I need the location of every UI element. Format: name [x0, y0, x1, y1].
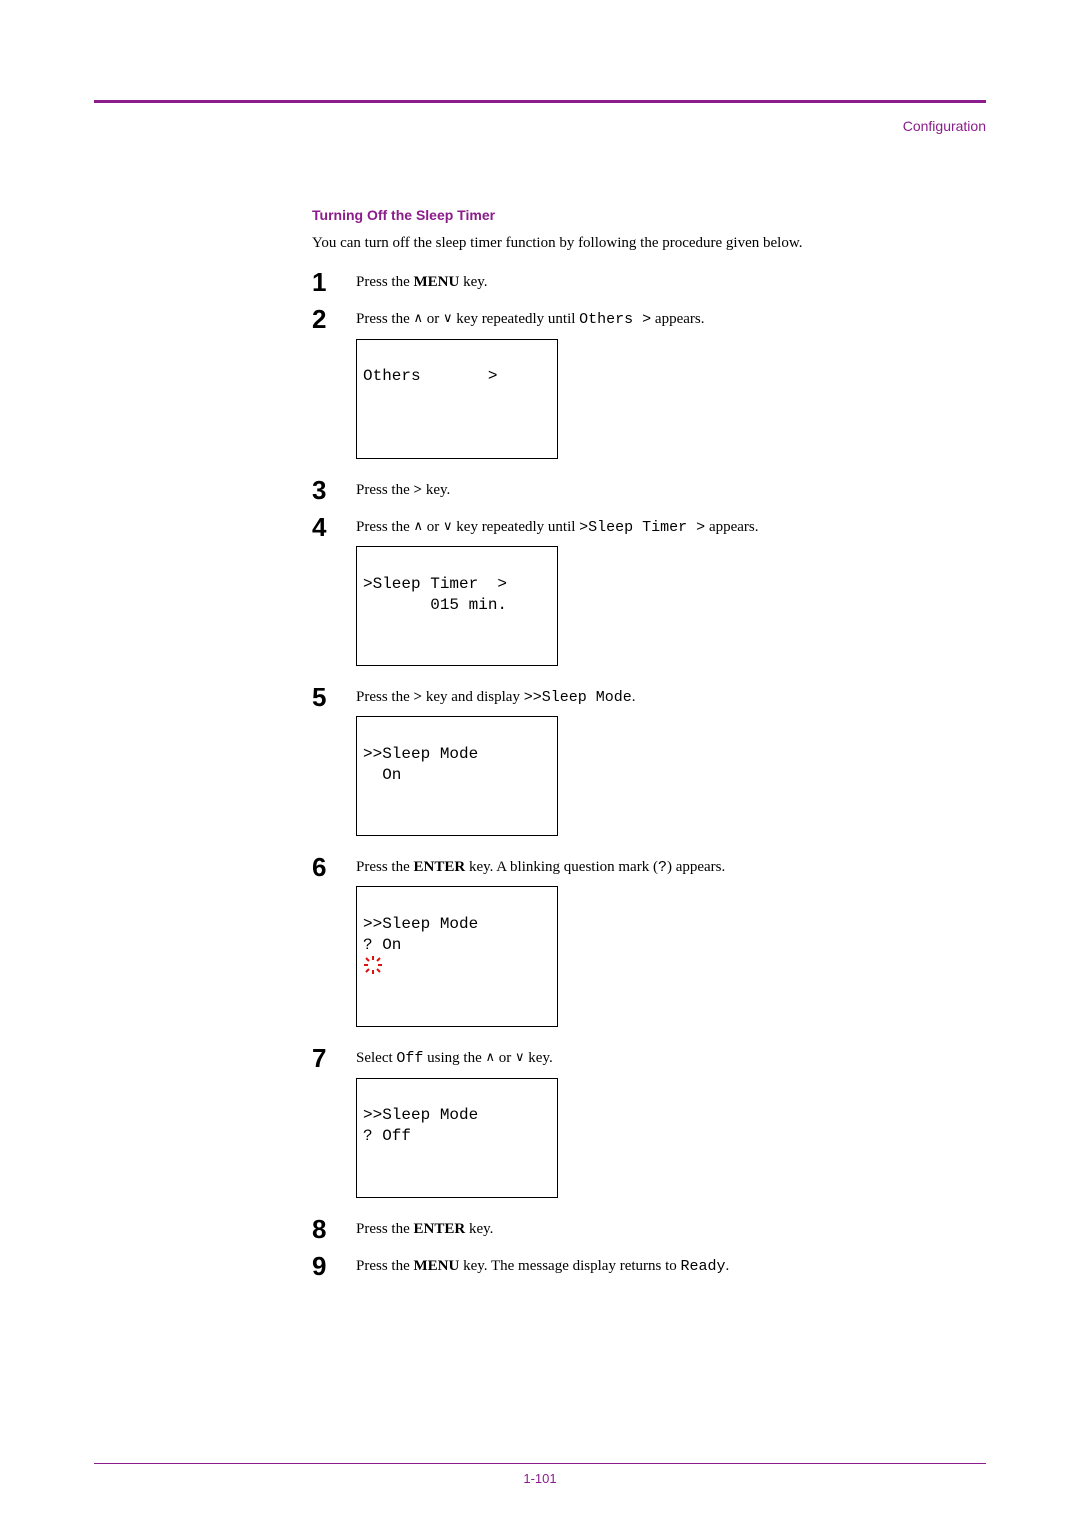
step-9: 9 Press the MENU key. The message displa…: [312, 1253, 986, 1285]
lcd-line-1: >>Sleep Mode: [363, 914, 551, 935]
bottom-rule: [94, 1463, 986, 1464]
step-8: 8 Press the ENTER key.: [312, 1216, 986, 1247]
display-text: >Sleep Timer >: [579, 519, 705, 536]
text: .: [726, 1258, 730, 1274]
step-number: 2: [312, 306, 356, 332]
step-body: Press the ∧ or ∨ key repeatedly until >S…: [356, 514, 759, 678]
step-6: 6 Press the ENTER key. A blinking questi…: [312, 854, 986, 1039]
text: appears.: [705, 519, 758, 535]
text: key repeatedly until: [453, 311, 580, 327]
down-arrow-icon: ∨: [443, 310, 453, 325]
step-body: Press the MENU key.: [356, 269, 488, 300]
step-3: 3 Press the > key.: [312, 477, 986, 508]
lcd-line-1: >>Sleep Mode: [363, 1105, 551, 1126]
text: key.: [459, 274, 487, 290]
down-arrow-icon: ∨: [515, 1049, 525, 1064]
text: appears.: [651, 311, 704, 327]
lcd-line-2: 015 min.: [363, 595, 551, 616]
step-number: 9: [312, 1253, 356, 1279]
step-body: Press the ENTER key. A blinking question…: [356, 854, 725, 1039]
text: Press the: [356, 274, 414, 290]
step-number: 8: [312, 1216, 356, 1242]
display-text: Ready: [681, 1258, 726, 1275]
step-body: Press the ∧ or ∨ key repeatedly until Ot…: [356, 306, 704, 470]
text: using the: [423, 1050, 485, 1066]
key-name: MENU: [414, 274, 460, 290]
text: key repeatedly until: [453, 519, 580, 535]
step-4: 4 Press the ∧ or ∨ key repeatedly until …: [312, 514, 986, 678]
step-2: 2 Press the ∧ or ∨ key repeatedly until …: [312, 306, 986, 470]
lcd-line-1: >>Sleep Mode: [363, 744, 551, 765]
step-number: 7: [312, 1045, 356, 1071]
text: Press the: [356, 689, 414, 705]
step-body: Select Off using the ∧ or ∨ key. >>Sleep…: [356, 1045, 558, 1209]
display-text: ?: [658, 859, 667, 876]
lcd-line-2: ? Off: [363, 1126, 551, 1147]
display-text: Off: [396, 1050, 423, 1067]
lcd-display: Others >: [356, 339, 558, 459]
text: Press the: [356, 859, 414, 875]
up-arrow-icon: ∧: [414, 310, 424, 325]
text: or: [423, 311, 443, 327]
up-arrow-icon: ∧: [486, 1049, 496, 1064]
text: key.: [422, 482, 450, 498]
lcd-line-1: >Sleep Timer >: [363, 574, 551, 595]
intro-paragraph: You can turn off the sleep timer functio…: [312, 233, 986, 253]
step-5: 5 Press the > key and display >>Sleep Mo…: [312, 684, 986, 848]
lcd-line-2: On: [363, 765, 551, 786]
step-body: Press the > key.: [356, 477, 450, 508]
step-7: 7 Select Off using the ∧ or ∨ key. >>Sle…: [312, 1045, 986, 1209]
down-arrow-icon: ∨: [443, 518, 453, 533]
text: Press the: [356, 519, 414, 535]
text: Press the: [356, 482, 414, 498]
text: key.: [525, 1050, 553, 1066]
lcd-line-1: Others >: [363, 366, 551, 387]
up-arrow-icon: ∧: [414, 518, 424, 533]
key-name: ENTER: [414, 1221, 466, 1237]
top-rule: [94, 100, 986, 103]
step-number: 3: [312, 477, 356, 503]
main-content: Turning Off the Sleep Timer You can turn…: [312, 206, 986, 1285]
text: Press the: [356, 1221, 414, 1237]
step-body: Press the MENU key. The message display …: [356, 1253, 729, 1285]
lcd-display: >>Sleep Mode? On: [356, 886, 558, 1027]
page-number: 1-101: [0, 1470, 1080, 1488]
header-section-label: Configuration: [94, 117, 986, 136]
step-number: 4: [312, 514, 356, 540]
text: key and display: [422, 689, 524, 705]
lcd-display: >>Sleep Mode On: [356, 716, 558, 836]
step-number: 6: [312, 854, 356, 880]
key-name: MENU: [414, 1258, 460, 1274]
step-1: 1 Press the MENU key.: [312, 269, 986, 300]
key-name: ENTER: [414, 859, 466, 875]
text: key. The message display returns to: [459, 1258, 680, 1274]
section-heading: Turning Off the Sleep Timer: [312, 206, 986, 225]
lcd-display: >>Sleep Mode? Off: [356, 1078, 558, 1198]
lcd-line-2: [363, 387, 551, 408]
text: .: [632, 689, 636, 705]
key-name: >: [414, 482, 423, 498]
text: ) appears.: [667, 859, 725, 875]
text: or: [423, 519, 443, 535]
display-text: Others >: [579, 311, 651, 328]
text: Press the: [356, 311, 414, 327]
lcd-display: >Sleep Timer > 015 min.: [356, 546, 558, 666]
key-name: >: [414, 689, 423, 705]
text: Select: [356, 1050, 396, 1066]
blink-cursor-icon: [363, 913, 383, 933]
text: Press the: [356, 1258, 414, 1274]
step-body: Press the > key and display >>Sleep Mode…: [356, 684, 636, 848]
text: key. A blinking question mark (: [465, 859, 658, 875]
display-text: >>Sleep Mode: [524, 689, 632, 706]
step-body: Press the ENTER key.: [356, 1216, 493, 1247]
step-number: 1: [312, 269, 356, 295]
text: or: [495, 1050, 515, 1066]
text: key.: [465, 1221, 493, 1237]
step-number: 5: [312, 684, 356, 710]
